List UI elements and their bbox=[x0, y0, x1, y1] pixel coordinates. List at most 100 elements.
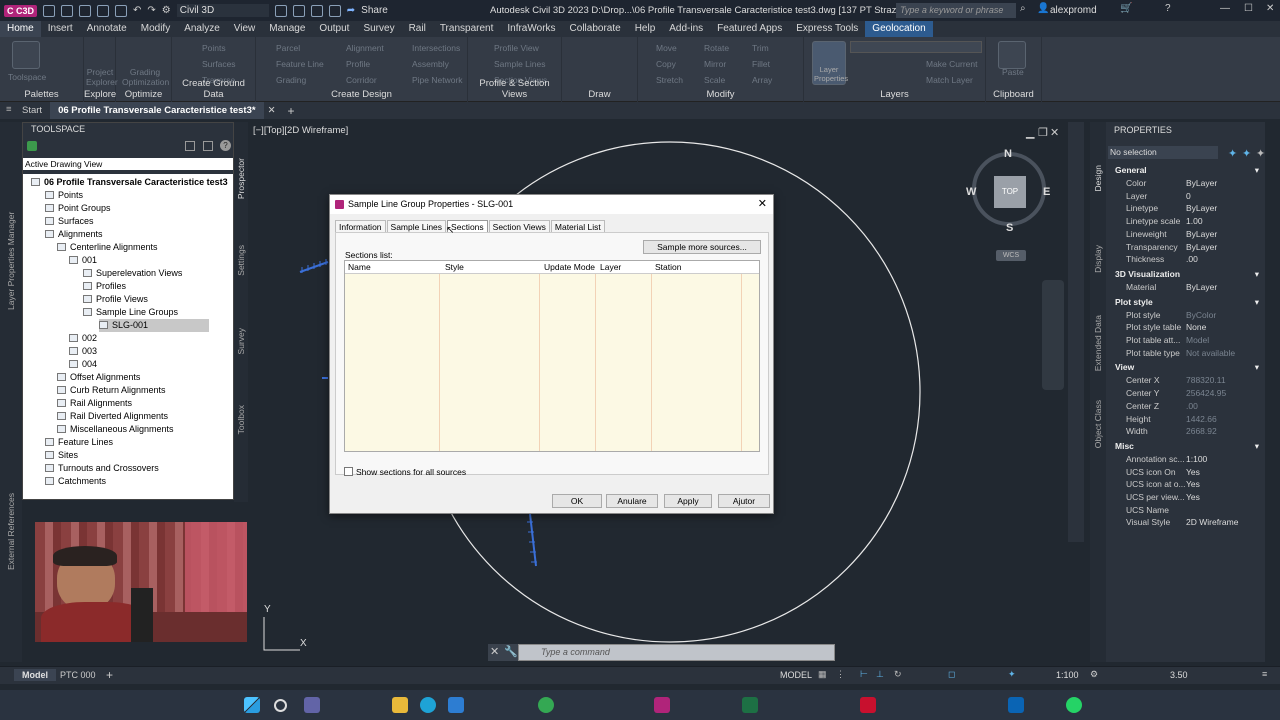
apply-button[interactable]: Apply bbox=[664, 494, 712, 508]
property-value[interactable]: ByLayer bbox=[1186, 241, 1217, 254]
windows-start-icon[interactable] bbox=[244, 697, 260, 713]
tree-item[interactable]: 004 bbox=[69, 358, 97, 371]
menu-tab-rail[interactable]: Rail bbox=[402, 21, 433, 37]
navigation-bar[interactable] bbox=[1042, 280, 1064, 390]
property-value[interactable]: ByLayer bbox=[1186, 228, 1217, 241]
menu-icon[interactable]: ≡ bbox=[6, 104, 12, 115]
tree-item[interactable]: Miscellaneous Alignments bbox=[57, 423, 174, 436]
file-explorer-icon[interactable] bbox=[392, 697, 408, 713]
tree-item[interactable]: 001 bbox=[69, 254, 97, 267]
tab-settings[interactable]: Settings bbox=[236, 245, 246, 276]
col-name[interactable]: Name bbox=[348, 262, 371, 272]
property-row[interactable]: Layer 0 bbox=[1106, 190, 1265, 203]
share-button[interactable]: Share bbox=[361, 5, 388, 16]
help-icon[interactable]: ? bbox=[220, 140, 231, 151]
tree-item[interactable]: Turnouts and Crossovers bbox=[45, 462, 159, 475]
palette-tab-layer-properties-manager[interactable]: Layer Properties Manager bbox=[6, 210, 16, 310]
tree-item[interactable]: Superelevation Views bbox=[83, 267, 182, 280]
store-icon[interactable] bbox=[448, 697, 464, 713]
menu-tab-featured-apps[interactable]: Featured Apps bbox=[710, 21, 789, 37]
property-row[interactable]: Transparency ByLayer bbox=[1106, 241, 1265, 254]
col-layer[interactable]: Layer bbox=[600, 262, 621, 272]
menu-tab-annotate[interactable]: Annotate bbox=[80, 21, 134, 37]
tree-item[interactable]: 003 bbox=[69, 345, 97, 358]
viewcube-south[interactable]: S bbox=[1006, 222, 1013, 234]
plot-icon[interactable] bbox=[328, 4, 341, 17]
object-snap-icon[interactable]: ◻ bbox=[948, 669, 955, 680]
toolspace-button[interactable]: Toolspace bbox=[8, 72, 46, 82]
layer-properties-button[interactable]: Layer Properties bbox=[814, 65, 848, 83]
user-name[interactable]: alexpromd bbox=[1050, 5, 1097, 16]
menu-tab-manage[interactable]: Manage bbox=[262, 21, 312, 37]
tab-display[interactable]: Display bbox=[1093, 245, 1103, 273]
tree-item[interactable]: Alignments bbox=[45, 228, 103, 241]
property-row[interactable]: Linetype scale 1.00 bbox=[1106, 215, 1265, 228]
menu-tab-output[interactable]: Output bbox=[312, 21, 356, 37]
property-row[interactable]: UCS icon at o... Yes bbox=[1106, 478, 1265, 491]
property-row[interactable]: UCS per view... Yes bbox=[1106, 491, 1265, 504]
property-row[interactable]: Thickness .00 bbox=[1106, 253, 1265, 266]
property-value[interactable]: 2668.92 bbox=[1186, 425, 1217, 438]
tree-item[interactable]: Sample Line Groups bbox=[83, 306, 178, 319]
property-row[interactable]: Plot table type Not available bbox=[1106, 347, 1265, 360]
tree-item[interactable]: Profiles bbox=[83, 280, 126, 293]
open-icon[interactable] bbox=[61, 4, 74, 17]
tree-item[interactable]: Feature Lines bbox=[45, 436, 113, 449]
toolspace-icon-green[interactable] bbox=[27, 141, 37, 151]
property-row[interactable]: Material ByLayer bbox=[1106, 281, 1265, 294]
mirror-button[interactable]: Mirror bbox=[704, 59, 726, 69]
ribbon-group-label[interactable]: Layers bbox=[804, 89, 985, 100]
property-row[interactable]: Width 2668.92 bbox=[1106, 425, 1265, 438]
intersections-button[interactable]: Intersections bbox=[412, 43, 460, 53]
redo-icon[interactable]: ↷ bbox=[147, 5, 155, 16]
quick-select-icon[interactable]: ✦ bbox=[1256, 147, 1265, 160]
points-button[interactable]: Points bbox=[202, 43, 226, 53]
workspace-icon[interactable]: ⚙ bbox=[1090, 669, 1098, 680]
new-tab-icon[interactable]: + bbox=[280, 104, 303, 118]
property-value[interactable]: 1.00 bbox=[1186, 215, 1203, 228]
outlook-icon[interactable] bbox=[1008, 697, 1024, 713]
property-row[interactable]: Plot style ByColor bbox=[1106, 309, 1265, 322]
sections-grid[interactable]: Name Style Update Mode Layer Station bbox=[344, 260, 760, 452]
ok-button[interactable]: OK bbox=[552, 494, 602, 508]
excel-icon[interactable] bbox=[742, 697, 758, 713]
surfaces-button[interactable]: Surfaces bbox=[202, 59, 236, 69]
grading-optimization-button[interactable]: Grading Optimization bbox=[122, 67, 169, 87]
tab-start[interactable]: Start bbox=[14, 102, 50, 119]
property-value[interactable]: Yes bbox=[1186, 491, 1200, 504]
tree-item[interactable]: Offset Alignments bbox=[57, 371, 140, 384]
grid-icon[interactable]: ▦ bbox=[818, 669, 827, 680]
workspace-selector[interactable]: Civil 3D bbox=[176, 4, 269, 17]
tree-item[interactable]: Catchments bbox=[45, 475, 106, 488]
search-input[interactable]: Type a keyword or phrase bbox=[896, 3, 1016, 18]
property-value[interactable]: ByLayer bbox=[1186, 202, 1217, 215]
tab-survey[interactable]: Survey bbox=[236, 328, 246, 354]
scale-button[interactable]: Scale bbox=[704, 75, 725, 85]
annotation-scale[interactable]: 1:100 bbox=[1056, 670, 1079, 680]
property-section-view[interactable]: View bbox=[1108, 361, 1263, 374]
viewcube-east[interactable]: E bbox=[1043, 186, 1050, 198]
help-button[interactable]: Ajutor bbox=[718, 494, 770, 508]
tree-item[interactable]: Curb Return Alignments bbox=[57, 384, 166, 397]
tab-toolbox[interactable]: Toolbox bbox=[236, 405, 246, 434]
cancel-button[interactable]: Anulare bbox=[606, 494, 658, 508]
paste-icon[interactable] bbox=[998, 41, 1026, 69]
tab-extended-data[interactable]: Extended Data bbox=[1093, 315, 1103, 371]
snap-icon[interactable]: ⋮ bbox=[836, 669, 845, 680]
add-layout-icon[interactable]: + bbox=[106, 668, 113, 682]
property-value[interactable]: Model bbox=[1186, 334, 1209, 347]
toggle-pickadd-icon[interactable]: ✦ bbox=[1228, 147, 1237, 160]
make-current-button[interactable]: Make Current bbox=[926, 59, 978, 69]
menu-tab-geolocation[interactable]: Geolocation bbox=[865, 21, 933, 37]
menu-tab-transparent[interactable]: Transparent bbox=[433, 21, 501, 37]
property-value[interactable]: .00 bbox=[1186, 253, 1198, 266]
property-value[interactable]: None bbox=[1186, 321, 1206, 334]
tab-prospector[interactable]: Prospector bbox=[236, 158, 246, 199]
col-station[interactable]: Station bbox=[655, 262, 681, 272]
property-row[interactable]: Height 1442.66 bbox=[1106, 413, 1265, 426]
dialog-close-icon[interactable]: ✕ bbox=[758, 195, 767, 214]
property-section-misc[interactable]: Misc bbox=[1108, 440, 1263, 453]
tab-layout[interactable]: PTC 000 bbox=[60, 670, 96, 680]
array-button[interactable]: Array bbox=[752, 75, 772, 85]
feature-line-button[interactable]: Feature Line bbox=[276, 59, 324, 69]
